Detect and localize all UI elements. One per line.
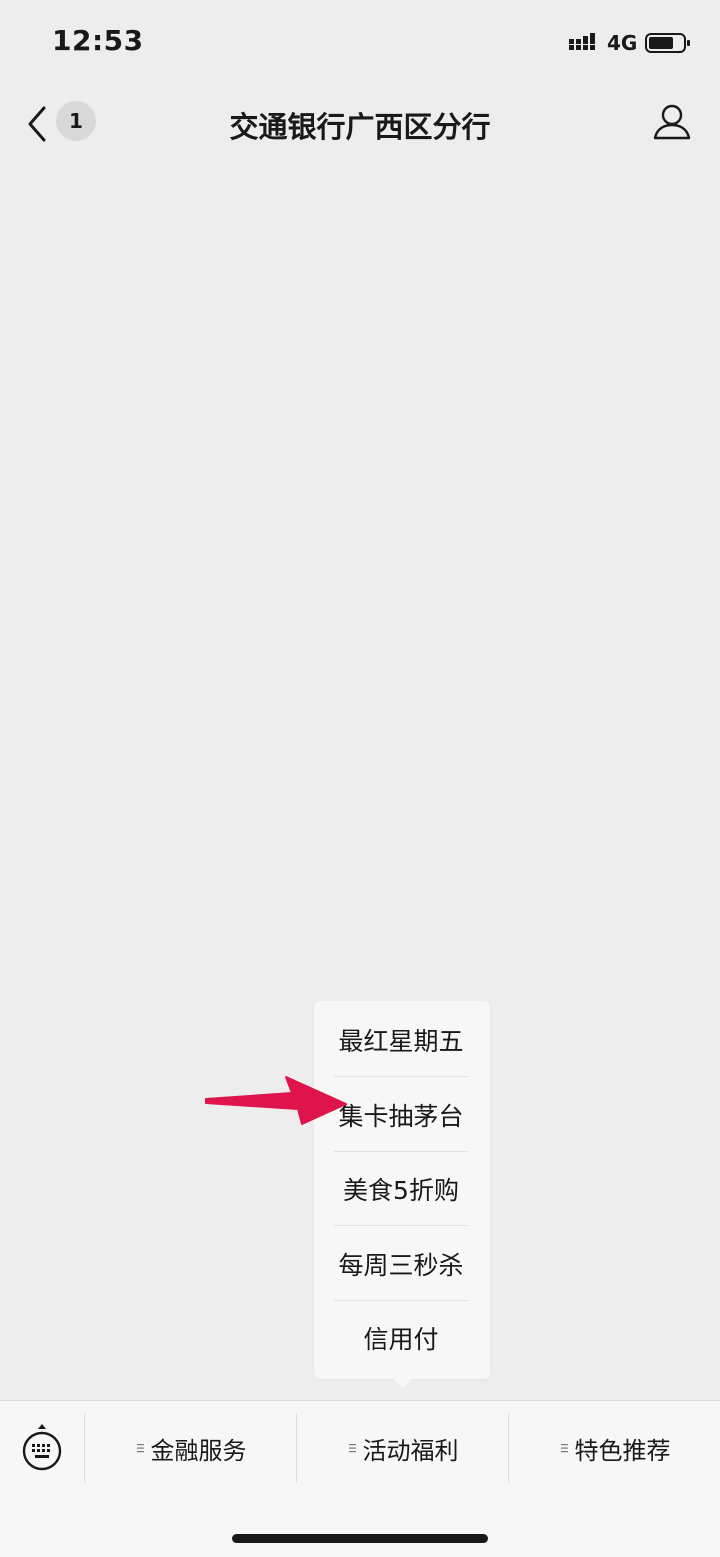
home-indicator[interactable]	[232, 1534, 488, 1543]
signal-icon	[569, 33, 595, 50]
menu-divider	[334, 1225, 468, 1226]
menu-lines-icon	[348, 1444, 356, 1453]
menu-item-friday[interactable]: 最红星期五	[334, 1004, 468, 1079]
tab-financial-services[interactable]: 金融服务	[85, 1413, 297, 1483]
menu-divider	[334, 1076, 468, 1077]
tab-label: 特色推荐	[574, 1436, 671, 1465]
menu-divider	[334, 1151, 468, 1152]
person-icon[interactable]	[652, 102, 692, 142]
bottom-menu-bar: 金融服务 活动福利 特色推荐	[0, 1400, 720, 1557]
keyboard-icon[interactable]	[20, 1423, 64, 1473]
network-type: 4G	[607, 31, 638, 55]
menu-item-food-discount[interactable]: 美食5折购	[334, 1153, 468, 1228]
battery-icon	[645, 33, 690, 53]
page-title: 交通银行广西区分行	[229, 110, 491, 144]
menu-lines-icon	[136, 1444, 144, 1453]
tab-label: 金融服务	[150, 1436, 247, 1465]
back-chevron-icon[interactable]	[24, 104, 50, 144]
tab-featured-recommendations[interactable]: 特色推荐	[509, 1413, 720, 1483]
unread-count-badge[interactable]: 1	[56, 101, 96, 141]
menu-lines-icon	[560, 1444, 568, 1453]
status-bar: 12:53 4G	[0, 0, 720, 86]
tab-activity-benefits[interactable]: 活动福利	[297, 1413, 509, 1483]
tab-label: 活动福利	[362, 1436, 459, 1465]
menu-item-collect-cards[interactable]: 集卡抽茅台	[334, 1079, 468, 1154]
annotation-arrow	[205, 1076, 347, 1125]
menu-item-credit-pay[interactable]: 信用付	[334, 1302, 468, 1377]
status-time: 12:53	[52, 24, 144, 57]
activity-submenu: 最红星期五 集卡抽茅台 美食5折购 每周三秒杀 信用付	[314, 1001, 490, 1388]
menu-divider	[334, 1300, 468, 1301]
menu-item-wednesday-flash-sale[interactable]: 每周三秒杀	[334, 1228, 468, 1303]
